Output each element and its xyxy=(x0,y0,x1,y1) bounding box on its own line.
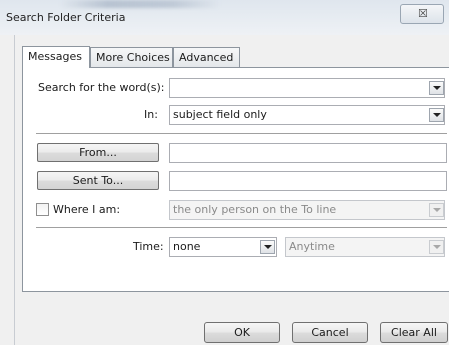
search-words-label: Search for the word(s): xyxy=(38,81,165,94)
where-i-am-label: Where I am: xyxy=(53,203,121,216)
close-icon: ☒ xyxy=(418,7,428,20)
where-i-am-checkbox[interactable] xyxy=(36,203,49,216)
chevron-down-icon xyxy=(433,113,441,117)
title-bar: Search Folder Criteria ☒ xyxy=(0,0,449,35)
where-i-am-dropdown-button[interactable] xyxy=(429,203,444,217)
time-label: Time: xyxy=(133,240,164,253)
tab-more-choices[interactable]: More Choices xyxy=(90,47,173,67)
separator xyxy=(36,133,447,135)
chevron-down-icon xyxy=(433,245,441,249)
sent-to-button[interactable]: Sent To... xyxy=(37,171,159,190)
from-button[interactable]: From... xyxy=(37,143,159,162)
tab-advanced[interactable]: Advanced xyxy=(173,47,240,67)
sent-to-input[interactable] xyxy=(169,171,447,191)
cancel-button[interactable]: Cancel xyxy=(292,322,368,343)
time-dropdown-button[interactable] xyxy=(260,240,275,254)
blurred-background-strip xyxy=(60,0,220,8)
search-words-input[interactable] xyxy=(169,78,445,98)
close-button[interactable]: ☒ xyxy=(400,4,444,24)
clear-all-button[interactable]: Clear All xyxy=(380,322,448,343)
window-title: Search Folder Criteria xyxy=(6,11,126,24)
chevron-down-icon xyxy=(264,245,272,249)
separator xyxy=(36,227,447,229)
ok-button[interactable]: OK xyxy=(204,322,280,343)
in-dropdown-button[interactable] xyxy=(429,108,444,122)
search-words-dropdown-button[interactable] xyxy=(429,81,444,95)
from-input[interactable] xyxy=(169,143,447,163)
in-select[interactable]: subject field only xyxy=(169,105,445,125)
in-label: In: xyxy=(144,108,158,121)
time-range-select[interactable]: Anytime xyxy=(285,237,445,257)
tab-messages[interactable]: Messages xyxy=(22,46,90,68)
where-i-am-select[interactable]: the only person on the To line xyxy=(169,200,445,220)
chevron-down-icon xyxy=(433,86,441,90)
time-range-dropdown-button[interactable] xyxy=(429,240,444,254)
chevron-down-icon xyxy=(433,208,441,212)
